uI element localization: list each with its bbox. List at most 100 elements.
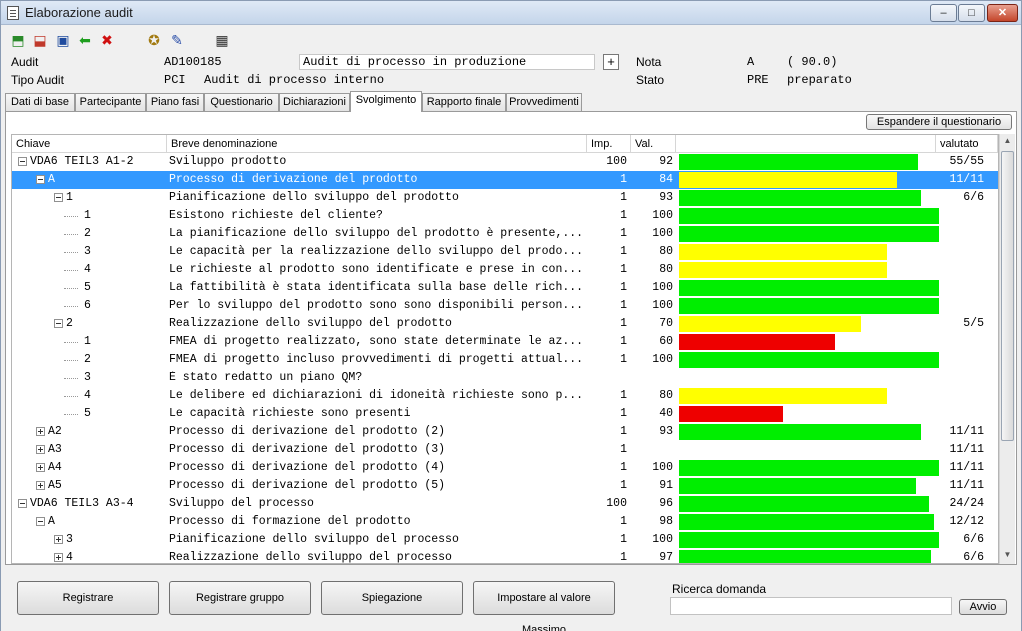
tree-row[interactable]: 3 È stato redatto un piano QM? — [12, 369, 998, 387]
column-val[interactable]: Val. — [631, 135, 676, 153]
row-value: 40 — [659, 407, 673, 420]
new-record-icon[interactable]: ⬒ — [9, 31, 27, 49]
tree-row[interactable]: 1 FMEA di progetto realizzato, sono state… — [12, 333, 998, 351]
tree-row[interactable]: 4 Le delibere ed dichiarazioni di idoneit… — [12, 387, 998, 405]
tree-row[interactable]: 3 Le capacità per la realizzazione dello … — [12, 243, 998, 261]
score-bar — [679, 334, 835, 350]
tipo-audit-desc: Audit di processo interno — [204, 73, 385, 87]
column-name[interactable]: Breve denominazione — [167, 135, 587, 153]
tree-row[interactable]: A Processo di formazione del prodotto 1 98 1… — [12, 513, 998, 531]
tab-provvedimenti[interactable]: Provvedimenti — [506, 93, 582, 111]
tree-row[interactable]: A4 Processo di derivazione del prodotto (… — [12, 459, 998, 477]
tree-row[interactable]: 1 Esistono richieste del cliente? 1 100 — [12, 207, 998, 225]
vertical-scrollbar[interactable]: ▲ ▼ — [999, 134, 1015, 564]
edit-document-icon[interactable]: ✎ — [168, 31, 186, 49]
scroll-thumb[interactable] — [1001, 151, 1014, 441]
tree-row[interactable]: 4 Le richieste al prodotto sono identific… — [12, 261, 998, 279]
tree-row[interactable]: 6 Per lo sviluppo del prodotto sono sono … — [12, 297, 998, 315]
explanation-button[interactable]: Spiegazione — [321, 581, 463, 615]
scroll-up-icon[interactable]: ▲ — [1002, 136, 1013, 148]
collapse-node-icon[interactable] — [36, 175, 45, 184]
set-max-value-button[interactable]: Impostare al valore Massimo — [473, 581, 615, 631]
collapse-node-icon[interactable] — [18, 157, 27, 166]
tree-row[interactable]: A3 Processo di derivazione del prodotto (… — [12, 441, 998, 459]
column-imp[interactable]: Imp. — [587, 135, 631, 153]
row-value: 100 — [652, 461, 673, 474]
collapse-node-icon[interactable] — [18, 499, 27, 508]
tab-svolgimento[interactable]: Svolgimento — [350, 91, 422, 112]
scroll-down-icon[interactable]: ▼ — [1002, 550, 1013, 562]
row-rated: 11/11 — [949, 425, 984, 438]
column-bar[interactable] — [676, 135, 936, 153]
calculator-icon[interactable]: ▦ — [213, 31, 231, 49]
collapse-node-icon[interactable] — [54, 319, 63, 328]
row-name: Le capacità per la realizzazione dello s… — [169, 245, 584, 258]
tree-row[interactable]: VDA6 TEIL3 A3-4 Sviluppo del processo 100 9… — [12, 495, 998, 513]
tab-rapporto-finale[interactable]: Rapporto finale — [422, 93, 506, 111]
row-value: 98 — [659, 515, 673, 528]
expand-node-icon[interactable] — [36, 427, 45, 436]
score-bar — [679, 460, 939, 476]
expand-node-icon[interactable] — [54, 553, 63, 562]
audit-title-field[interactable]: Audit di processo in produzione — [299, 54, 595, 70]
tools-icon[interactable]: ✪ — [145, 31, 163, 49]
expand-node-icon[interactable] — [36, 481, 45, 490]
score-bar — [679, 298, 939, 314]
row-key: 5 — [84, 281, 91, 294]
tab-partecipante[interactable]: Partecipante — [75, 93, 146, 111]
register-button[interactable]: Registrare — [17, 581, 159, 615]
expand-node-icon[interactable] — [54, 535, 63, 544]
tab-dati-di-base[interactable]: Dati di base — [5, 93, 75, 111]
tree-row[interactable]: A2 Processo di derivazione del prodotto (… — [12, 423, 998, 441]
start-search-button[interactable]: Avvio — [959, 599, 1007, 615]
row-rated: 11/11 — [949, 443, 984, 456]
expand-questionnaire-button[interactable]: Espandere il questionario — [866, 114, 1012, 130]
row-rated: 6/6 — [963, 191, 984, 204]
tree-row[interactable]: 2 Realizzazione dello sviluppo del prodot… — [12, 315, 998, 333]
nota-value: ( 90.0) — [787, 55, 838, 69]
row-importance: 1 — [620, 335, 627, 348]
row-value: 92 — [659, 155, 673, 168]
minimize-button[interactable]: – — [930, 4, 957, 22]
tree-connector — [64, 252, 78, 253]
tab-piano-fasi[interactable]: Piano fasi — [146, 93, 204, 111]
row-name: Le capacità richieste sono presenti — [169, 407, 411, 420]
row-rated: 11/11 — [949, 461, 984, 474]
row-key: 2 — [84, 353, 91, 366]
tree-row[interactable]: 2 La pianificazione dello sviluppo del pr… — [12, 225, 998, 243]
row-importance: 1 — [620, 389, 627, 402]
expand-node-icon[interactable] — [36, 445, 45, 454]
add-audit-button[interactable]: + — [603, 54, 619, 70]
close-button[interactable]: ✕ — [987, 4, 1018, 22]
tree-row[interactable]: A Processo di derivazione del prodotto 1 84… — [12, 171, 998, 189]
tree-row[interactable]: 5 Le capacità richieste sono presenti 1 40 — [12, 405, 998, 423]
tree-row[interactable]: 1 Pianificazione dello sviluppo del prodo… — [12, 189, 998, 207]
register-group-button[interactable]: Registrare gruppo — [169, 581, 311, 615]
tree-row[interactable]: A5 Processo di derivazione del prodotto (… — [12, 477, 998, 495]
back-arrow-icon[interactable]: ⬅ — [76, 31, 94, 49]
delete-record-icon[interactable]: ⬓ — [31, 31, 49, 49]
score-bar — [679, 226, 939, 242]
tree-row[interactable]: 3 Pianificazione dello sviluppo del proce… — [12, 531, 998, 549]
row-name: Processo di derivazione del prodotto — [169, 173, 418, 186]
search-question-input[interactable] — [670, 597, 952, 615]
collapse-node-icon[interactable] — [36, 517, 45, 526]
collapse-node-icon[interactable] — [54, 193, 63, 202]
column-rated[interactable]: valutato — [936, 135, 998, 153]
save-icon[interactable]: ▣ — [54, 31, 72, 49]
cancel-icon[interactable]: ✖ — [98, 31, 116, 49]
expand-node-icon[interactable] — [36, 463, 45, 472]
tree-connector — [64, 360, 78, 361]
tree-row[interactable]: 2 FMEA di progetto incluso provvedimenti … — [12, 351, 998, 369]
tab-dichiarazioni[interactable]: Dichiarazioni — [279, 93, 350, 111]
tree-row[interactable]: 5 La fattibilità è stata identificata sul… — [12, 279, 998, 297]
tree-row[interactable]: 4 Realizzazione dello sviluppo del proces… — [12, 549, 998, 563]
maximize-button[interactable]: □ — [958, 4, 985, 22]
tab-questionario[interactable]: Questionario — [204, 93, 279, 111]
tree-row[interactable]: VDA6 TEIL3 A1-2 Sviluppo prodotto 100 92 55/… — [12, 153, 998, 171]
row-key: 1 — [84, 209, 91, 222]
column-key[interactable]: Chiave — [12, 135, 167, 153]
window-title: Elaborazione audit — [25, 5, 133, 20]
stato-code: PRE — [747, 73, 769, 87]
tree-connector — [64, 234, 78, 235]
